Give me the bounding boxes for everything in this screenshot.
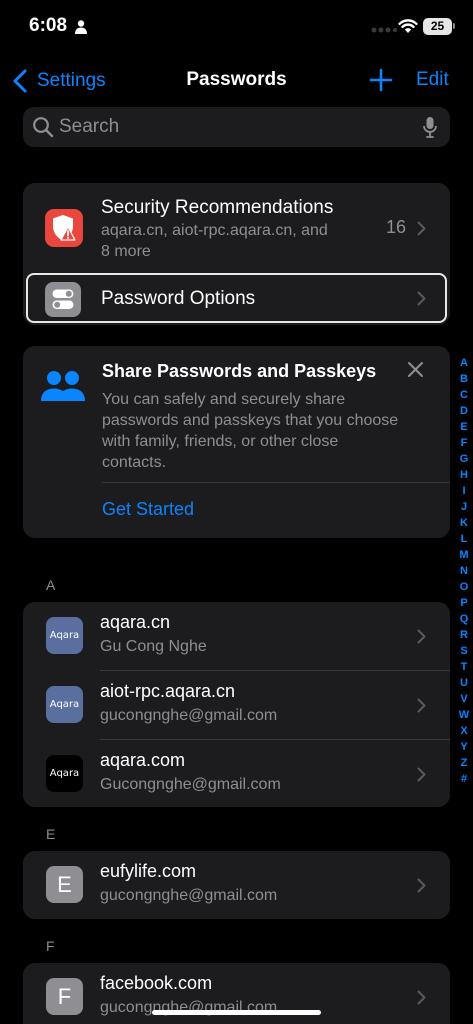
password-list-e: E eufylife.com gucongnghe@gmail.com xyxy=(23,851,450,919)
share-passwords-card: Share Passwords and Passkeys You can saf… xyxy=(23,346,450,538)
edit-button[interactable]: Edit xyxy=(416,69,449,91)
security-subtitle-line1: aqara.cn, aiot-rpc.aqara.cn, and xyxy=(101,222,328,239)
battery-indicator: 25 xyxy=(423,18,452,35)
status-time: 6:08 xyxy=(29,15,68,36)
add-password-button[interactable] xyxy=(369,68,393,92)
index-letter[interactable]: M xyxy=(459,547,468,563)
security-subtitle-line2: 8 more xyxy=(101,243,151,260)
index-letter[interactable]: H xyxy=(460,467,468,483)
site-name: aqara.cn xyxy=(100,612,171,632)
person-icon xyxy=(75,20,87,34)
letter-avatar-icon: E xyxy=(46,866,83,903)
index-letter[interactable]: V xyxy=(460,691,467,707)
letter-avatar-icon: F xyxy=(46,978,83,1015)
username: Gucongnghe@gmail.com xyxy=(100,776,281,793)
divider xyxy=(102,482,450,483)
site-name: eufylife.com xyxy=(100,861,197,881)
share-title: Share Passwords and Passkeys xyxy=(102,361,377,381)
password-row-aqara-com[interactable]: Aqara aqara.com Gucongnghe@gmail.com xyxy=(23,740,450,808)
search-bar xyxy=(23,107,450,147)
index-letter[interactable]: X xyxy=(460,723,467,739)
back-button-label: Settings xyxy=(37,70,106,91)
index-letter[interactable]: R xyxy=(460,627,468,643)
site-name: facebook.com xyxy=(100,973,213,993)
close-icon[interactable] xyxy=(407,361,424,378)
security-recommendations-row[interactable]: Security Recommendations aqara.cn, aiot-… xyxy=(23,183,450,271)
index-letter[interactable]: # xyxy=(461,771,467,787)
index-letter[interactable]: N xyxy=(460,563,468,579)
username: gucongnghe@gmail.com xyxy=(100,887,278,904)
aqara-icon: Aqara xyxy=(46,617,83,654)
section-header-f: F xyxy=(46,938,55,954)
chevron-right-icon xyxy=(417,878,426,893)
chevron-right-icon xyxy=(417,767,426,782)
password-row-eufylife[interactable]: E eufylife.com gucongnghe@gmail.com xyxy=(23,851,450,919)
back-button[interactable]: Settings xyxy=(13,67,106,95)
security-options-card: Security Recommendations aqara.cn, aiot-… xyxy=(23,183,450,325)
security-count-badge: 16 xyxy=(386,217,407,237)
index-letter[interactable]: J xyxy=(461,499,467,515)
section-header-e: E xyxy=(46,826,56,842)
cellular-signal-icon xyxy=(371,27,397,33)
search-icon xyxy=(33,117,54,138)
password-row-aiot-rpc[interactable]: Aqara aiot-rpc.aqara.cn gucongnghe@gmail… xyxy=(23,671,450,739)
site-name: aqara.com xyxy=(100,750,186,770)
index-letter[interactable]: O xyxy=(460,579,469,595)
chevron-right-icon xyxy=(417,629,426,644)
shield-warning-icon xyxy=(53,215,76,241)
index-letter[interactable]: Q xyxy=(460,611,469,627)
index-letter[interactable]: P xyxy=(460,595,467,611)
index-letter[interactable]: B xyxy=(460,371,468,387)
index-letter[interactable]: T xyxy=(461,659,468,675)
index-letter[interactable]: Z xyxy=(461,755,468,771)
index-letter[interactable]: K xyxy=(460,515,468,531)
index-letter[interactable]: F xyxy=(461,435,468,451)
index-letter[interactable]: A xyxy=(460,355,468,371)
options-tile xyxy=(45,282,81,317)
home-indicator[interactable] xyxy=(152,1010,321,1015)
index-letter[interactable]: E xyxy=(460,419,467,435)
password-options-row[interactable]: Password Options xyxy=(26,273,447,323)
section-header-a: A xyxy=(46,577,56,593)
index-letter[interactable]: C xyxy=(460,387,468,403)
search-input[interactable] xyxy=(59,116,423,138)
chevron-right-icon xyxy=(417,698,426,713)
index-letter[interactable]: Y xyxy=(460,739,467,755)
navigation-bar: Settings Passwords Edit xyxy=(0,60,473,102)
security-recommendations-title: Security Recommendations xyxy=(101,197,334,218)
share-description: You can safely and securely share passwo… xyxy=(102,391,399,471)
get-started-button[interactable]: Get Started xyxy=(102,499,194,520)
alphabet-index[interactable]: A B C D E F G H I J K L M N O P Q R S T U V W X Y Z # xyxy=(457,355,471,787)
aqara-icon: Aqara xyxy=(46,755,83,792)
chevron-right-icon xyxy=(417,221,426,236)
site-name: aiot-rpc.aqara.cn xyxy=(100,681,236,701)
username: gucongnghe@gmail.com xyxy=(100,707,278,724)
chevron-left-icon xyxy=(13,69,27,93)
password-options-label: Password Options xyxy=(101,288,256,309)
aqara-icon: Aqara xyxy=(46,686,83,723)
username: Gu Cong Nghe xyxy=(100,638,207,655)
index-letter[interactable]: I xyxy=(462,483,465,499)
index-letter[interactable]: W xyxy=(459,707,469,723)
password-row-aqara-cn[interactable]: Aqara aqara.cn Gu Cong Nghe xyxy=(23,602,450,670)
index-letter[interactable]: L xyxy=(461,531,468,547)
microphone-icon[interactable] xyxy=(423,116,437,138)
index-letter[interactable]: S xyxy=(460,643,467,659)
people-icon xyxy=(41,371,85,401)
battery-tip xyxy=(453,23,455,29)
chevron-right-icon xyxy=(417,291,426,306)
password-list-a: Aqara aqara.cn Gu Cong Nghe Aqara aiot-r… xyxy=(23,602,450,807)
status-bar: 6:08 25 xyxy=(0,0,473,56)
index-letter[interactable]: U xyxy=(460,675,468,691)
index-letter[interactable]: D xyxy=(460,403,468,419)
security-tile xyxy=(45,209,83,247)
index-letter[interactable]: G xyxy=(460,451,469,467)
toggles-icon xyxy=(52,289,74,309)
wifi-icon xyxy=(398,19,418,33)
chevron-right-icon xyxy=(417,990,426,1005)
